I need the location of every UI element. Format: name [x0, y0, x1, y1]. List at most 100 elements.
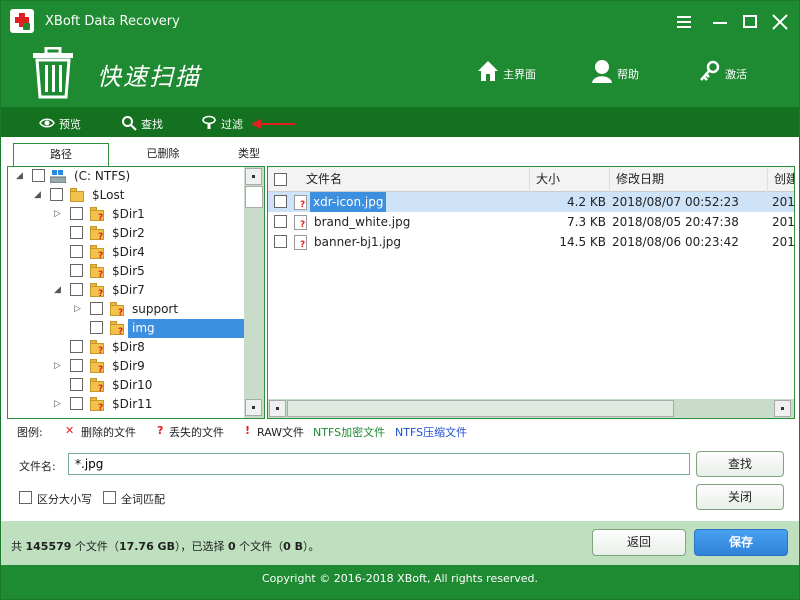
- help-link[interactable]: 帮助: [591, 59, 651, 85]
- filename-input[interactable]: [68, 453, 690, 475]
- tab-type[interactable]: 类型: [229, 143, 269, 167]
- collapse-arrow-icon[interactable]: ◢: [16, 171, 26, 181]
- column-size[interactable]: 大小: [530, 167, 610, 192]
- close-window-button[interactable]: [769, 11, 791, 33]
- footer: Copyright © 2016-2018 XBoft, All rights …: [1, 565, 799, 599]
- select-all-checkbox[interactable]: [274, 173, 287, 186]
- lost-mark-icon: ?: [157, 424, 164, 437]
- title-bar: XBoft Data Recovery: [1, 1, 799, 43]
- tree-scrollbar[interactable]: [244, 167, 264, 418]
- tree-row-dir[interactable]: ? $Dir8: [8, 338, 244, 357]
- tree-row-dir[interactable]: ? $Dir2: [8, 224, 244, 243]
- file-modified: 2018/08/05 20:47:38: [612, 215, 739, 229]
- annotation-arrow-icon: [251, 119, 295, 129]
- column-modified[interactable]: 修改日期: [610, 167, 768, 192]
- scroll-thumb[interactable]: [245, 186, 263, 208]
- tree-checkbox[interactable]: [70, 359, 83, 372]
- menu-icon[interactable]: [673, 11, 695, 33]
- tree-row-dir-selected[interactable]: ? img: [8, 319, 244, 338]
- file-checkbox[interactable]: [274, 195, 287, 208]
- tree-row-dir[interactable]: ? $Dir10: [8, 376, 244, 395]
- tree-checkbox[interactable]: [70, 340, 83, 353]
- tab-path[interactable]: 路径: [13, 143, 109, 168]
- file-modified: 2018/08/06 00:23:42: [612, 235, 739, 249]
- column-name[interactable]: 文件名: [298, 167, 530, 192]
- tree-row-dir[interactable]: ? $Dir5: [8, 262, 244, 281]
- file-checkbox[interactable]: [274, 235, 287, 248]
- tree-row-dir[interactable]: ◢ ? $Dir7: [8, 281, 244, 300]
- tree-checkbox[interactable]: [50, 188, 63, 201]
- find-button[interactable]: 查找: [121, 115, 171, 131]
- scroll-down-button[interactable]: [245, 399, 262, 416]
- scroll-up-button[interactable]: [245, 168, 262, 185]
- list-horizontal-scrollbar[interactable]: [268, 399, 794, 418]
- app-logo-icon: [10, 9, 34, 33]
- tree-label: support: [132, 302, 179, 316]
- status-bar: 共 145579 个文件（17.76 GB），已选择 0 个文件（0 B）。 返…: [1, 521, 799, 565]
- tree-row-dir[interactable]: ▷ ? $Dir9: [8, 357, 244, 376]
- selected-count: 0: [227, 540, 236, 553]
- activate-link[interactable]: 激活: [699, 59, 759, 85]
- file-name: brand_white.jpg: [314, 215, 411, 229]
- tree-row-drive[interactable]: ◢ (C: NTFS): [8, 167, 244, 186]
- file-row[interactable]: ? brand_white.jpg 7.3 KB 2018/08/05 20:4…: [268, 212, 794, 232]
- expand-arrow-icon[interactable]: ▷: [54, 399, 64, 409]
- file-row[interactable]: ? banner-bj1.jpg 14.5 KB 2018/08/06 00:2…: [268, 232, 794, 252]
- tree-checkbox[interactable]: [70, 283, 83, 296]
- legend-ntfs-compressed: NTFS压缩文件: [395, 426, 468, 439]
- collapse-arrow-icon[interactable]: ◢: [34, 190, 44, 200]
- tree-checkbox[interactable]: [70, 397, 83, 410]
- lost-folder-icon: ?: [90, 283, 106, 299]
- tree-checkbox[interactable]: [90, 302, 103, 315]
- tree-row-lost[interactable]: ◢ $Lost: [8, 186, 244, 205]
- scroll-right-button[interactable]: [774, 400, 791, 417]
- tree-checkbox[interactable]: [70, 264, 83, 277]
- column-created[interactable]: 创建: [768, 167, 794, 192]
- maximize-button[interactable]: [739, 11, 761, 33]
- scroll-left-button[interactable]: [269, 400, 286, 417]
- tree-row-dir[interactable]: ▷ ? $Dir11: [8, 395, 244, 414]
- filter-button[interactable]: 过滤: [201, 115, 251, 131]
- home-link[interactable]: 主界面: [477, 59, 547, 85]
- tree-checkbox[interactable]: [90, 321, 103, 334]
- back-button[interactable]: 返回: [592, 529, 686, 556]
- total-count: 145579: [25, 540, 72, 553]
- tree-checkbox[interactable]: [32, 169, 45, 182]
- tab-deleted[interactable]: 已删除: [115, 143, 211, 167]
- raw-mark-icon: !: [245, 424, 251, 437]
- whole-word-checkbox[interactable]: [103, 491, 116, 504]
- status-summary: 共 145579 个文件（17.76 GB），已选择 0 个文件（0 B）。: [11, 540, 320, 553]
- legend-lost: 丢失的文件: [169, 426, 224, 439]
- home-link-label: 主界面: [503, 68, 536, 81]
- save-button[interactable]: 保存: [694, 529, 788, 556]
- file-created: 201: [772, 195, 795, 209]
- tree-label: $Dir4: [112, 245, 145, 259]
- tree-row-dir[interactable]: ▷ ? support: [8, 300, 244, 319]
- expand-arrow-icon[interactable]: ▷: [54, 209, 64, 219]
- find-label: 查找: [141, 118, 163, 131]
- tree-checkbox[interactable]: [70, 378, 83, 391]
- lost-folder-icon: ?: [90, 397, 106, 413]
- tree-label: $Dir9: [112, 359, 145, 373]
- file-checkbox[interactable]: [274, 215, 287, 228]
- tree-checkbox[interactable]: [70, 245, 83, 258]
- search-find-button[interactable]: 查找: [696, 451, 784, 477]
- toolbar: 预览 查找 过滤: [1, 107, 799, 137]
- minimize-button[interactable]: [709, 11, 731, 33]
- scroll-thumb[interactable]: [287, 400, 674, 417]
- tree-checkbox[interactable]: [70, 226, 83, 239]
- case-sensitive-checkbox[interactable]: [19, 491, 32, 504]
- preview-button[interactable]: 预览: [39, 115, 89, 131]
- search-close-button[interactable]: 关闭: [696, 484, 784, 510]
- tree-row-dir[interactable]: ? $Dir4: [8, 243, 244, 262]
- search-icon: [122, 116, 137, 131]
- page-title: 快速扫描: [97, 63, 201, 91]
- collapse-arrow-icon[interactable]: ◢: [54, 285, 64, 295]
- expand-arrow-icon[interactable]: ▷: [54, 361, 64, 371]
- tree-row-dir[interactable]: ▷ ? $Dir1: [8, 205, 244, 224]
- file-row-selected[interactable]: ? xdr-icon.jpg 4.2 KB 2018/08/07 00:52:2…: [268, 192, 795, 212]
- expand-arrow-icon[interactable]: ▷: [74, 304, 84, 314]
- view-tabs: 路径 已删除 类型: [7, 143, 269, 168]
- lost-folder-icon: ?: [90, 340, 106, 356]
- tree-checkbox[interactable]: [70, 207, 83, 220]
